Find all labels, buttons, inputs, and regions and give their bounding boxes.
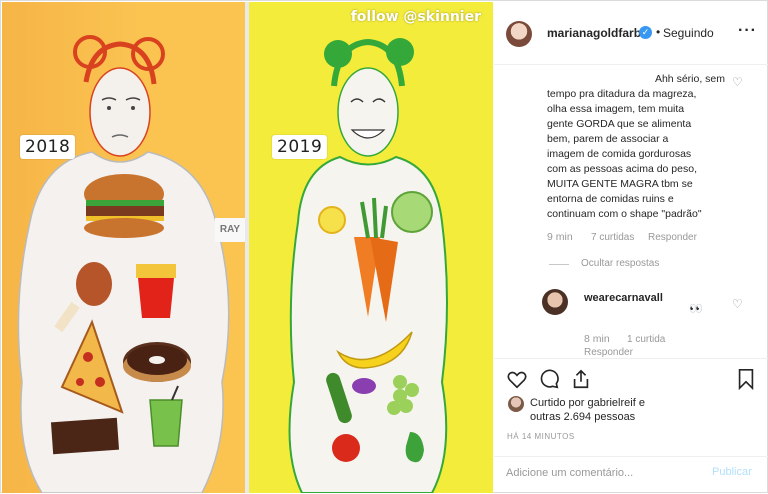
post-header: marianagoldfarb ✓ • Seguindo ··· — [494, 2, 768, 65]
caption-line: tempo pra ditadura da magreza, — [547, 88, 697, 100]
reply-username-link[interactable]: wearecarnavall — [584, 292, 663, 304]
caption-line: imagem de comida gordurosas — [547, 148, 692, 160]
reply-avatar[interactable] — [542, 289, 568, 315]
caption-line: MUITA GENTE MAGRA tbm se — [547, 178, 693, 190]
like-heart-icon[interactable] — [506, 368, 528, 390]
caption-line: olha essa imagem, tem muita — [547, 103, 685, 115]
caption-line: gente GORDA que se alimenta — [547, 118, 692, 130]
liked-by-line: Curtido por gabrielreif e — [530, 397, 645, 409]
add-comment-row: Publicar — [494, 456, 768, 494]
post-image[interactable]: 2018 2019 follow @skinnier RAY — [2, 2, 493, 493]
bookmark-icon[interactable] — [735, 368, 757, 390]
comments-scroll-area[interactable]: Ahh sério, sem tempo pra ditadura da mag… — [494, 65, 768, 358]
caption-line: Ahh sério, sem — [654, 73, 725, 85]
caption-line: entorna de comidas ruins e — [547, 193, 674, 205]
share-icon[interactable] — [570, 368, 592, 390]
liked-by-text[interactable]: Curtido por gabrielreif e outras 2.694 p… — [530, 396, 645, 424]
reply-reply-button[interactable]: Responder — [584, 347, 633, 358]
eyes-emoji: 👀 — [689, 303, 703, 315]
following-button[interactable]: Seguindo — [663, 26, 714, 40]
year-2018-label: 2018 — [20, 135, 76, 159]
figure-2019-illustration — [288, 38, 448, 493]
caption-line: continuam com o shape "padrão" — [547, 208, 702, 220]
comment-time: 9 min — [547, 231, 573, 243]
comment-likes-link[interactable]: 7 curtidas — [591, 232, 634, 243]
reply-button[interactable]: Responder — [648, 232, 697, 243]
likes-count: outras 2.694 pessoas — [530, 411, 636, 423]
username-link[interactable]: marianagoldfarb — [547, 26, 641, 40]
watermark-text: follow @skinnier — [350, 9, 481, 25]
like-reply-heart-icon[interactable]: ♡ — [732, 297, 743, 311]
caption-line: com as pessoas acima do peso, — [547, 163, 697, 175]
comment-icon[interactable] — [538, 368, 560, 390]
publish-button[interactable]: Publicar — [712, 466, 752, 478]
avatar[interactable] — [506, 21, 532, 47]
post-side-panel: marianagoldfarb ✓ • Seguindo ··· Ahh sér… — [494, 2, 768, 493]
more-options-icon[interactable]: ··· — [738, 23, 757, 39]
separator-dot: • — [656, 25, 661, 39]
caption-line: bem, parem de associar a — [547, 133, 669, 145]
caption-comment: Ahh sério, sem tempo pra ditadura da mag… — [547, 72, 725, 222]
verified-badge-icon: ✓ — [639, 26, 652, 39]
post-actions: Curtido por gabrielreif e outras 2.694 p… — [494, 358, 768, 493]
comment-input[interactable] — [506, 467, 696, 479]
liked-by-avatar[interactable] — [508, 396, 524, 412]
like-comment-heart-icon[interactable]: ♡ — [732, 75, 743, 89]
hide-replies-line — [549, 264, 569, 265]
reply-likes-link[interactable]: 1 curtida — [627, 334, 665, 345]
instagram-post-frame: 2018 2019 follow @skinnier RAY marianago… — [0, 0, 768, 493]
brand-fragment: RAY — [215, 218, 245, 242]
year-2019-label: 2019 — [272, 135, 328, 159]
reply-time: 8 min — [584, 333, 610, 345]
hide-replies-button[interactable]: Ocultar respostas — [581, 258, 659, 269]
post-timestamp: HÁ 14 MINUTOS — [507, 432, 575, 441]
